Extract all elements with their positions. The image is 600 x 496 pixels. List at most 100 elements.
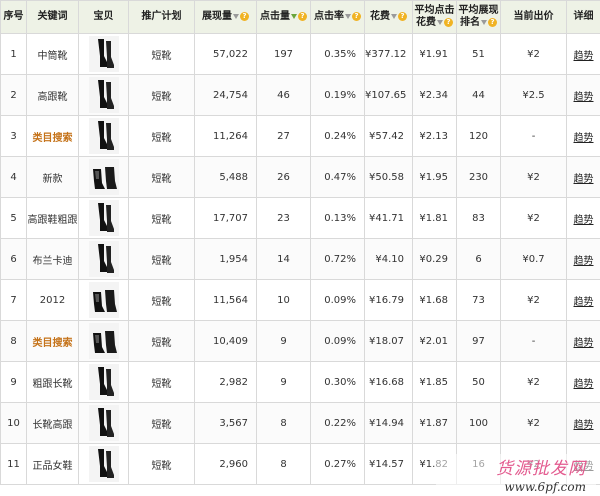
- avg-rank-cell: 120: [456, 115, 501, 157]
- trend-link[interactable]: 趋势: [574, 420, 594, 431]
- impressions-cell: 11,564: [194, 279, 257, 321]
- sort-arrow-icon[interactable]: [233, 13, 239, 19]
- avg-rank-cell: 50: [456, 361, 501, 403]
- trend-link[interactable]: 趋势: [574, 338, 594, 349]
- detail-cell[interactable]: 趋势: [566, 443, 600, 485]
- avg-click-cost-cell: ¥1.85: [412, 361, 457, 403]
- keyword-cell: 中筒靴: [26, 33, 79, 75]
- avg-click-cost-cell: ¥1.82: [412, 443, 457, 485]
- product-thumbnail[interactable]: [88, 241, 119, 277]
- clicks-cell: 27: [256, 115, 311, 157]
- help-icon[interactable]: ?: [398, 11, 407, 21]
- detail-cell[interactable]: 趋势: [566, 33, 600, 75]
- help-icon[interactable]: ?: [488, 17, 497, 27]
- product-thumbnail[interactable]: [88, 323, 119, 359]
- detail-cell[interactable]: 趋势: [566, 402, 600, 444]
- product-thumbnail[interactable]: [88, 77, 119, 113]
- sort-arrow-active-icon[interactable]: [291, 13, 297, 19]
- item-cell[interactable]: [78, 238, 129, 280]
- trend-link[interactable]: 趋势: [574, 92, 594, 103]
- table-row: 2 高跟靴 短靴 24,754 46 0.19% ¥107.65 ¥2.34 44 ¥2.5 趋势: [0, 74, 600, 116]
- product-thumbnail[interactable]: [88, 36, 119, 72]
- item-cell[interactable]: [78, 197, 129, 239]
- table-row: 6 布兰卡迪 短靴 1,954 14 0.72% ¥4.10 ¥0.29 6 ¥0.7 趋势: [0, 238, 600, 280]
- sort-arrow-icon[interactable]: [391, 13, 397, 19]
- col-current-bid: 当前出价: [500, 0, 567, 34]
- item-cell[interactable]: [78, 279, 129, 321]
- avg-click-cost-cell: ¥0.29: [412, 238, 457, 280]
- sort-arrow-icon[interactable]: [437, 19, 443, 25]
- item-cell[interactable]: [78, 361, 129, 403]
- help-icon[interactable]: ?: [352, 11, 361, 21]
- detail-cell[interactable]: 趋势: [566, 361, 600, 403]
- avg-rank-cell: 73: [456, 279, 501, 321]
- impressions-cell: 1,954: [194, 238, 257, 280]
- item-cell[interactable]: [78, 156, 129, 198]
- avg-click-cost-cell: ¥1.68: [412, 279, 457, 321]
- col-plan: 推广计划: [128, 0, 195, 34]
- cost-cell: ¥16.79: [364, 279, 413, 321]
- product-thumbnail[interactable]: [88, 405, 119, 441]
- ctr-cell: 0.13%: [310, 197, 365, 239]
- col-clicks[interactable]: 点击量?: [256, 0, 311, 34]
- detail-cell[interactable]: 趋势: [566, 197, 600, 239]
- clicks-cell: 9: [256, 320, 311, 362]
- table-row: 8 类目搜索 短靴 10,409 9 0.09% ¥18.07 ¥2.01 97- 趋势: [0, 320, 600, 362]
- item-cell[interactable]: [78, 402, 129, 444]
- col-avg-rank[interactable]: 平均展现 排名?: [456, 0, 501, 34]
- product-thumbnail[interactable]: [88, 159, 119, 195]
- trend-link[interactable]: 趋势: [574, 174, 594, 185]
- col-impressions[interactable]: 展现量?: [194, 0, 257, 34]
- keyword-cell: 粗跟长靴: [26, 361, 79, 403]
- detail-cell[interactable]: 趋势: [566, 156, 600, 198]
- sort-arrow-icon[interactable]: [345, 13, 351, 19]
- product-thumbnail[interactable]: [88, 200, 119, 236]
- product-thumbnail[interactable]: [88, 446, 119, 482]
- cost-cell: ¥377.12: [364, 33, 413, 75]
- seq-cell: 6: [0, 238, 27, 280]
- trend-link[interactable]: 趋势: [574, 461, 594, 472]
- help-icon[interactable]: ?: [444, 17, 453, 27]
- detail-cell[interactable]: 趋势: [566, 238, 600, 280]
- item-cell[interactable]: [78, 443, 129, 485]
- avg-click-cost-cell: ¥2.34: [412, 74, 457, 116]
- col-cost[interactable]: 花费?: [364, 0, 413, 34]
- detail-cell[interactable]: 趋势: [566, 115, 600, 157]
- detail-cell[interactable]: 趋势: [566, 74, 600, 116]
- col-detail: 详细: [566, 0, 600, 34]
- detail-cell[interactable]: 趋势: [566, 279, 600, 321]
- ctr-cell: 0.30%: [310, 361, 365, 403]
- product-thumbnail[interactable]: [88, 118, 119, 154]
- cost-cell: ¥107.65: [364, 74, 413, 116]
- sort-arrow-icon[interactable]: [481, 19, 487, 25]
- col-keyword: 关键词: [26, 0, 79, 34]
- impressions-cell: 3,567: [194, 402, 257, 444]
- item-cell[interactable]: [78, 74, 129, 116]
- current-bid-cell: ¥2: [500, 197, 567, 239]
- table-row: 5 高跟鞋粗跟 短靴 17,707 23 0.13% ¥41.71 ¥1.81 83 ¥2 趋势: [0, 197, 600, 239]
- seq-cell: 11: [0, 443, 27, 485]
- trend-link[interactable]: 趋势: [574, 379, 594, 390]
- ctr-cell: 0.72%: [310, 238, 365, 280]
- trend-link[interactable]: 趋势: [574, 297, 594, 308]
- product-thumbnail[interactable]: [88, 282, 119, 318]
- item-cell[interactable]: [78, 115, 129, 157]
- product-thumbnail[interactable]: [88, 364, 119, 400]
- plan-cell: 短靴: [128, 361, 195, 403]
- trend-link[interactable]: 趋势: [574, 215, 594, 226]
- help-icon[interactable]: ?: [298, 11, 307, 21]
- col-avg-click-cost[interactable]: 平均点击 花费?: [412, 0, 457, 34]
- item-cell[interactable]: [78, 33, 129, 75]
- item-cell[interactable]: [78, 320, 129, 362]
- keyword-cell: 2012: [26, 279, 79, 321]
- trend-link[interactable]: 趋势: [574, 133, 594, 144]
- seq-cell: 2: [0, 74, 27, 116]
- avg-rank-cell: 97: [456, 320, 501, 362]
- plan-cell: 短靴: [128, 402, 195, 444]
- detail-cell[interactable]: 趋势: [566, 320, 600, 362]
- avg-click-cost-cell: ¥1.87: [412, 402, 457, 444]
- help-icon[interactable]: ?: [240, 11, 249, 21]
- trend-link[interactable]: 趋势: [574, 51, 594, 62]
- trend-link[interactable]: 趋势: [574, 256, 594, 267]
- col-ctr[interactable]: 点击率?: [310, 0, 365, 34]
